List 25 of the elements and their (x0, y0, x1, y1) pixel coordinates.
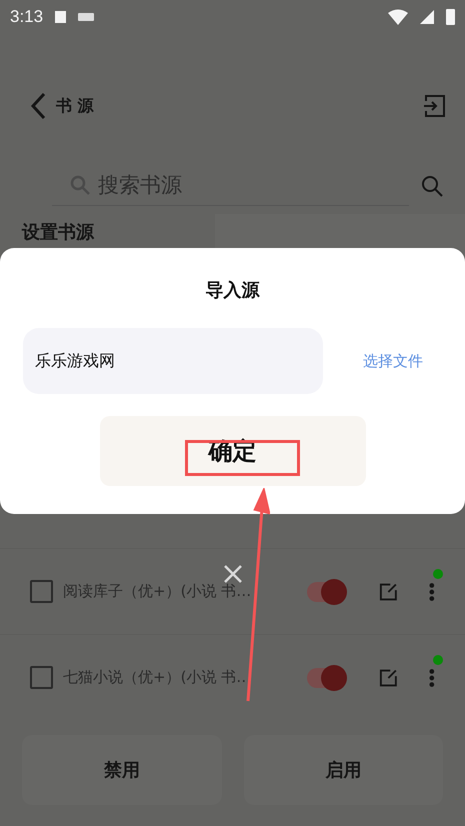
edit-icon (378, 582, 398, 602)
input-field[interactable]: 乐乐游戏网 (23, 328, 323, 394)
more-icon (429, 582, 435, 602)
search-icon (421, 175, 443, 197)
action-button[interactable]: 启用 (244, 735, 443, 805)
battery-icon (446, 9, 455, 25)
action-button[interactable]: 禁用 (22, 735, 222, 805)
toggle-switch[interactable] (307, 668, 345, 688)
toggle-switch[interactable] (307, 582, 345, 602)
close-icon (224, 565, 242, 583)
dialog-title: 导入源 (206, 279, 260, 302)
sidebar-title: 设置书源 (22, 222, 94, 243)
page-title: 书 源 (56, 96, 94, 116)
search-icon (70, 174, 90, 194)
import-icon (423, 95, 445, 117)
edit-icon (378, 668, 398, 688)
more-icon (429, 668, 435, 688)
source-name: 阅读库子（优+）(小说 书… (63, 582, 252, 601)
checkbox[interactable] (30, 580, 53, 603)
back-icon (30, 93, 46, 119)
wifi-icon (388, 9, 408, 25)
signal-icon (420, 10, 434, 24)
status-time: 3:13 (10, 7, 44, 27)
choose-file-link[interactable]: 选择文件 (363, 352, 423, 370)
checkbox[interactable] (30, 666, 53, 689)
